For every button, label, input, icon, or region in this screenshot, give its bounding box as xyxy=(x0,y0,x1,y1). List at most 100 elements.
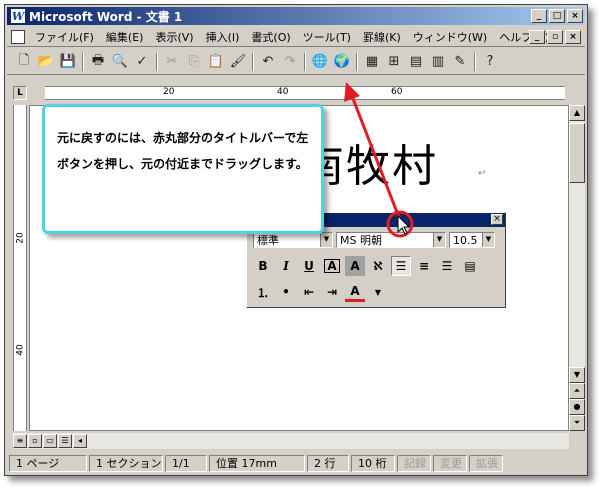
document-icon[interactable] xyxy=(11,29,25,44)
doc-restore-button[interactable]: ▫ xyxy=(547,30,563,44)
cut-icon[interactable]: ✂ xyxy=(161,51,183,73)
menu-tools[interactable]: ツール(T) xyxy=(297,29,357,45)
vertical-ruler[interactable]: 20 40 xyxy=(13,105,27,431)
character-shading-button[interactable]: A xyxy=(345,256,365,276)
font-select[interactable]: MS 明朝 ▼ xyxy=(336,232,446,248)
phonetic-guide-button[interactable]: ℵ xyxy=(368,256,388,276)
ruler-number: 20 xyxy=(163,87,175,97)
menu-file[interactable]: ファイル(F) xyxy=(29,29,100,45)
menu-view[interactable]: 表示(V) xyxy=(149,29,199,45)
font-size-value: 10.5 xyxy=(453,233,478,247)
bold-button[interactable]: B xyxy=(253,256,273,276)
status-bar: 1 ページ 1 セクション 1/1 位置 17mm 2 行 10 桁 記録 変更… xyxy=(7,453,585,473)
scroll-thumb[interactable] xyxy=(569,123,585,183)
underline-button[interactable]: U xyxy=(299,256,319,276)
spelling-icon[interactable]: ✓ xyxy=(131,51,153,73)
justify-distributed-icon[interactable]: ▤ xyxy=(460,256,480,276)
status-ext[interactable]: 拡張 xyxy=(469,454,503,472)
bullets-icon[interactable]: • xyxy=(276,282,296,302)
minimize-button[interactable]: _ xyxy=(531,9,547,23)
previous-page-button[interactable]: ⏶ xyxy=(569,383,585,399)
ruler-number: 40 xyxy=(277,87,289,97)
copy-icon[interactable]: ⎘ xyxy=(183,51,205,73)
toolbar-separator xyxy=(156,52,158,71)
insert-excel-icon[interactable]: ▤ xyxy=(405,51,427,73)
save-icon[interactable]: 💾 xyxy=(57,51,79,73)
title-bar[interactable]: W Microsoft Word - 文書 1 _ □ × xyxy=(7,7,585,25)
tab-selector[interactable]: L xyxy=(13,86,27,100)
status-position: 位置 17mm xyxy=(209,454,305,472)
vruler-number: 20 xyxy=(15,232,26,244)
increase-indent-icon[interactable]: ⇥ xyxy=(322,282,342,302)
status-column: 10 桁 xyxy=(351,454,395,472)
print-icon[interactable]: 🖶 xyxy=(87,51,109,73)
normal-view-button[interactable]: ≡ xyxy=(13,434,27,448)
chevron-down-icon[interactable]: ▼ xyxy=(482,233,494,247)
outline-view-button[interactable]: ☰ xyxy=(58,434,72,448)
status-trk[interactable]: 変更 xyxy=(433,454,467,472)
scroll-down-button[interactable]: ▼ xyxy=(569,367,585,383)
chevron-down-icon[interactable]: ▼ xyxy=(320,233,332,247)
instruction-callout: 元に戻すのには、赤丸部分のタイトルバーで左ボタンを押し、元の付近までドラッグしま… xyxy=(42,104,324,234)
status-line: 2 行 xyxy=(307,454,349,472)
horizontal-scrollbar[interactable]: ≡ ▫ ▭ ☰ ◂ xyxy=(13,433,569,449)
redo-icon[interactable]: ↷ xyxy=(279,51,301,73)
word-app-icon: W xyxy=(11,9,25,23)
new-document-icon[interactable]: 🗋 xyxy=(13,51,35,73)
status-rec[interactable]: 記録 xyxy=(397,454,431,472)
menu-insert[interactable]: 挿入(I) xyxy=(200,29,246,45)
status-page: 1 ページ xyxy=(9,454,87,472)
style-select[interactable]: 標準 ▼ xyxy=(253,232,333,248)
menu-window[interactable]: ウィンドウ(W) xyxy=(407,29,493,45)
menu-table[interactable]: 罫線(K) xyxy=(357,29,407,45)
status-pages: 1/1 xyxy=(165,454,207,472)
doc-close-button[interactable]: × xyxy=(565,30,581,44)
horizontal-ruler[interactable]: 20 40 60 xyxy=(45,86,565,100)
decrease-indent-icon[interactable]: ⇤ xyxy=(299,282,319,302)
align-right-icon[interactable]: ☰ xyxy=(437,256,457,276)
chevron-down-icon[interactable]: ▼ xyxy=(368,282,388,302)
italic-button[interactable]: I xyxy=(276,256,296,276)
close-button[interactable]: × xyxy=(567,9,583,23)
browse-object-button[interactable]: ● xyxy=(569,399,585,415)
paste-icon[interactable]: 📋 xyxy=(205,51,227,73)
font-color-icon[interactable]: A xyxy=(345,282,365,302)
align-left-icon[interactable]: ☰ xyxy=(391,256,411,276)
floating-toolbar-close-button[interactable]: × xyxy=(491,214,503,225)
numbering-icon[interactable]: ⒈ xyxy=(253,282,273,302)
align-center-icon[interactable]: ≡ xyxy=(414,256,434,276)
maximize-button[interactable]: □ xyxy=(549,9,565,23)
scroll-left-button[interactable]: ◂ xyxy=(73,434,87,448)
paragraph-mark: ↵ xyxy=(478,168,487,179)
tables-borders-icon[interactable]: ▦ xyxy=(361,51,383,73)
menu-bar: ファイル(F) 編集(E) 表示(V) 挿入(I) 書式(O) ツール(T) 罫… xyxy=(7,27,585,47)
web-layout-view-button[interactable]: ▫ xyxy=(28,434,42,448)
doc-minimize-button[interactable]: _ xyxy=(529,30,545,44)
font-size-select[interactable]: 10.5 ▼ xyxy=(449,232,495,248)
character-border-button[interactable]: A xyxy=(322,256,342,276)
next-page-button[interactable]: ⏷ xyxy=(569,415,585,431)
horizontal-ruler-row: L 20 40 60 xyxy=(7,85,585,103)
chevron-down-icon[interactable]: ▼ xyxy=(433,233,445,247)
menu-edit[interactable]: 編集(E) xyxy=(100,29,150,45)
drawing-icon[interactable]: ✎ xyxy=(449,51,471,73)
window-title: Microsoft Word - 文書 1 xyxy=(29,9,183,24)
undo-icon[interactable]: ↶ xyxy=(257,51,279,73)
columns-icon[interactable]: ▥ xyxy=(427,51,449,73)
print-preview-icon[interactable]: 🔍 xyxy=(109,51,131,73)
hyperlink-icon[interactable]: 🌐 xyxy=(309,51,331,73)
menu-format[interactable]: 書式(O) xyxy=(245,29,296,45)
format-row-3: ⒈ • ⇤ ⇥ A ▼ xyxy=(247,279,505,305)
help-icon[interactable]: ? xyxy=(479,51,501,73)
insert-table-icon[interactable]: ⊞ xyxy=(383,51,405,73)
scroll-up-button[interactable]: ▲ xyxy=(569,105,585,121)
web-toolbar-icon[interactable]: 🌍 xyxy=(331,51,353,73)
toolbar-separator xyxy=(82,52,84,71)
standard-toolbar: 🗋 📂 💾 🖶 🔍 ✓ ✂ ⎘ 📋 🖌 ↶ ↷ 🌐 🌍 ▦ ⊞ ▤ ▥ ✎ ? xyxy=(7,49,585,75)
open-folder-icon[interactable]: 📂 xyxy=(35,51,57,73)
toolbar-separator xyxy=(304,52,306,71)
format-painter-icon[interactable]: 🖌 xyxy=(227,51,249,73)
font-value: MS 明朝 xyxy=(340,234,382,247)
vertical-scrollbar[interactable]: ▲ ▼ ⏶ ● ⏷ xyxy=(569,105,585,431)
print-layout-view-button[interactable]: ▭ xyxy=(43,434,57,448)
